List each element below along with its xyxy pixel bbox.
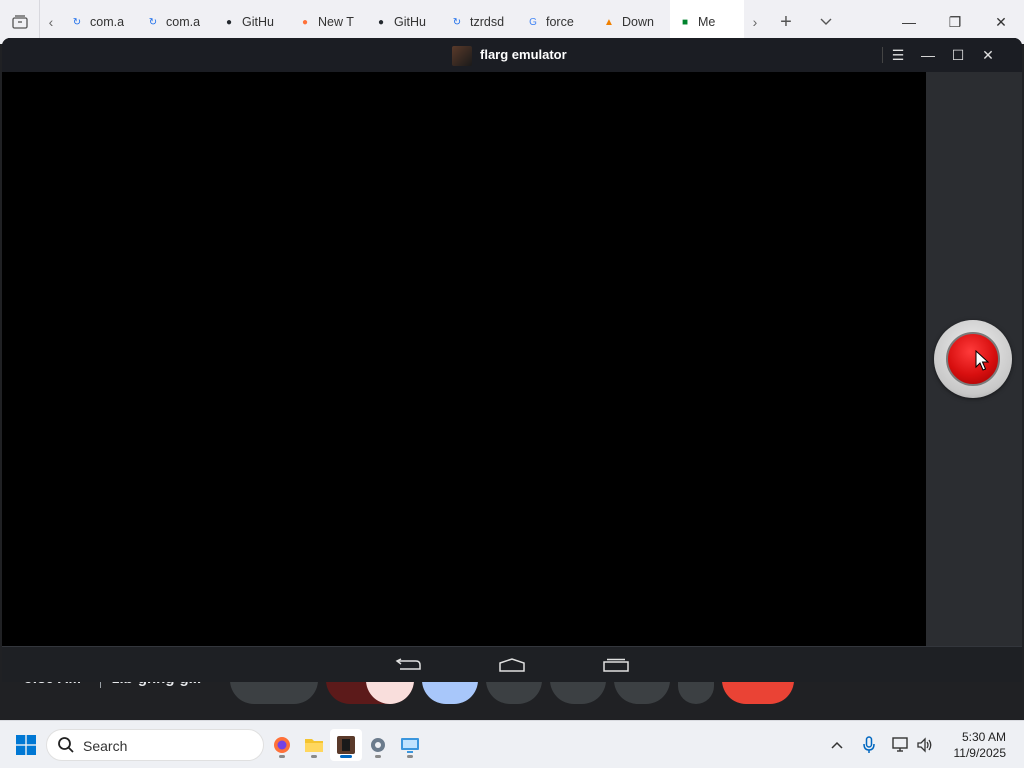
emulator-title-bar[interactable]: flarg emulator ☰ — ☐ ✕ (2, 38, 1022, 72)
windows-start-icon[interactable] (16, 735, 36, 755)
taskbar: Search 5:30 AM 11/9/2025 (0, 720, 1024, 768)
recent-apps-icon[interactable] (600, 654, 632, 676)
google-icon: G (529, 16, 537, 28)
emulator-title: flarg emulator (480, 47, 567, 62)
taskbar-emulator-icon[interactable] (330, 729, 362, 761)
taskbar-firefox-icon[interactable] (266, 729, 298, 761)
emulator-minimize-button[interactable]: — (916, 43, 940, 67)
taskbar-settings-icon[interactable] (362, 729, 394, 761)
app-icon: ↻ (452, 16, 462, 28)
browser-tab-label: com.a (90, 15, 125, 29)
search-placeholder: Search (83, 738, 128, 754)
emulator-window: flarg emulator ☰ — ☐ ✕ (2, 38, 1022, 682)
browser-tab-label: force (546, 15, 574, 29)
github-icon: ● (377, 16, 385, 28)
network-icon[interactable] (890, 731, 912, 759)
emulator-nav-bar (2, 646, 1022, 682)
emulator-close-button[interactable]: ✕ (976, 43, 1000, 67)
volume-icon[interactable] (914, 731, 936, 759)
emulator-screen[interactable] (2, 72, 926, 646)
taskbar-file-explorer-icon[interactable] (298, 729, 330, 761)
browser-tab-label: Down (622, 15, 654, 29)
browser-tab-label: GitHu (394, 15, 426, 29)
firefox-icon: ● (301, 16, 309, 28)
browser-tab-label: com.a (166, 15, 201, 29)
microphone-icon[interactable] (858, 731, 880, 759)
record-button[interactable] (934, 320, 1012, 398)
emulator-app-icon (452, 46, 472, 66)
github-icon: ● (225, 16, 233, 28)
browser-tab-label: Me (698, 15, 716, 29)
clock-date: 11/9/2025 (953, 746, 1007, 760)
meet-icon: ■ (681, 16, 689, 28)
clock-time: 5:30 AM (961, 730, 1006, 744)
browser-tab-label: GitHu (242, 15, 274, 29)
taskbar-clock[interactable]: 5:30 AM 11/9/2025 (954, 729, 1007, 761)
app-icon: ↻ (148, 16, 158, 28)
taskbar-search-box[interactable]: Search (46, 729, 264, 761)
title-divider (882, 47, 883, 63)
search-icon (58, 737, 74, 753)
mouse-cursor-icon (975, 350, 989, 371)
back-icon[interactable] (392, 654, 424, 676)
browser-tab-label: tzrdsd (470, 15, 505, 29)
show-hidden-icons-icon[interactable] (826, 731, 848, 759)
taskbar-remote-desktop-icon[interactable] (394, 729, 426, 761)
record-red-icon (946, 332, 1000, 386)
browser-tab-label: New T (318, 15, 354, 29)
emulator-menu-icon[interactable]: ☰ (886, 43, 910, 67)
emulator-maximize-button[interactable]: ☐ (946, 43, 970, 67)
home-icon[interactable] (496, 654, 528, 676)
vlc-icon: ▲ (604, 16, 614, 28)
app-icon: ↻ (72, 16, 82, 28)
